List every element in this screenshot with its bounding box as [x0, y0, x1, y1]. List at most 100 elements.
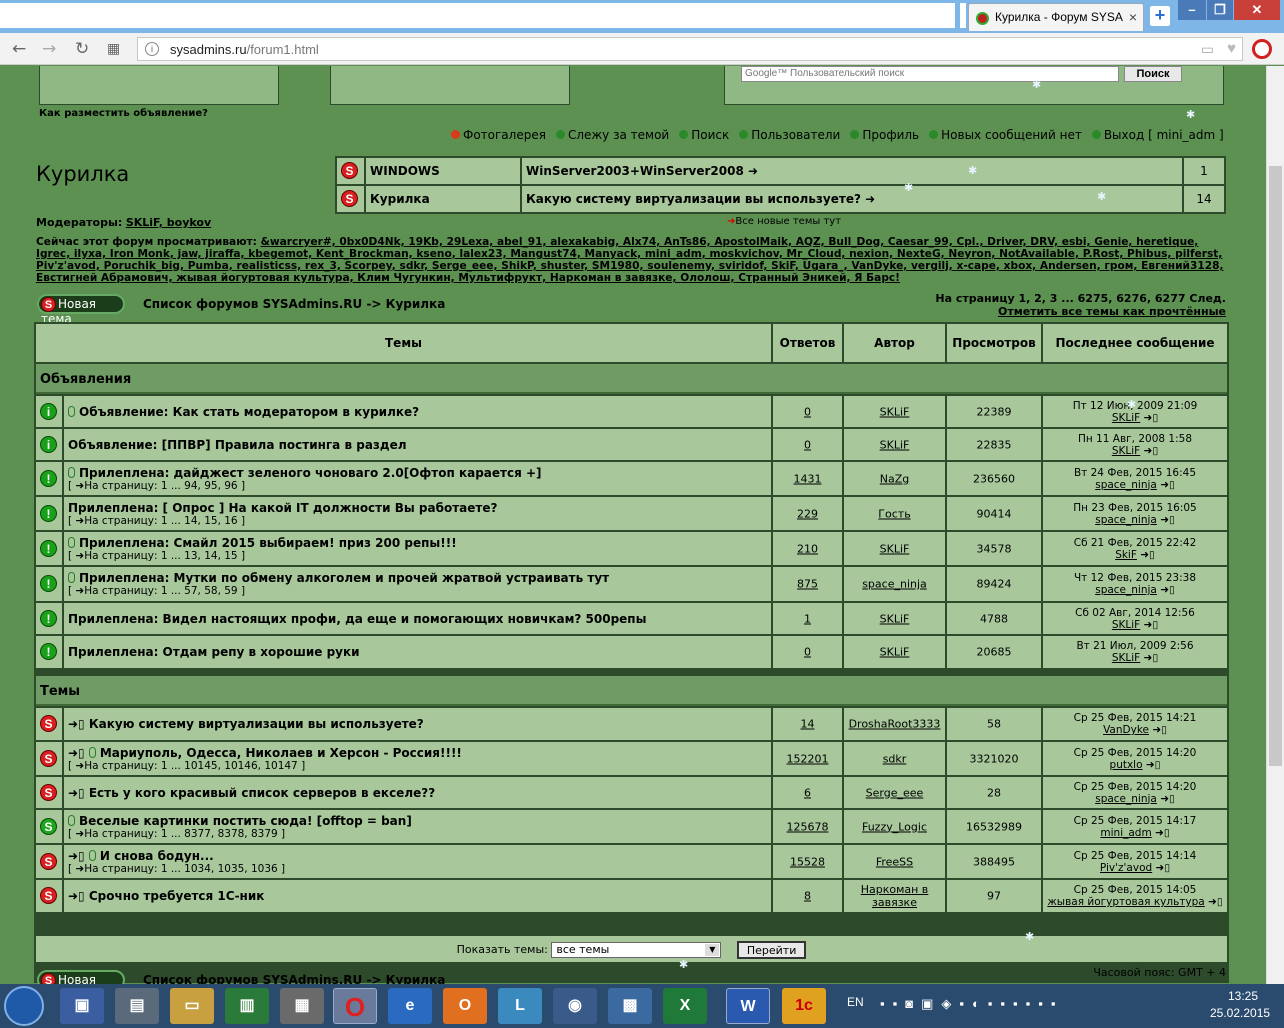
1c-app-icon[interactable]: 1c [782, 988, 826, 1024]
nav-link[interactable]: Новых сообщений нет [929, 128, 1082, 142]
topic-pages[interactable]: [ ➜На страницу: 1 ... 57, 58, 59 ] [68, 585, 771, 597]
goto-last-post-icon[interactable]: ➜▯ [1157, 514, 1175, 526]
window-minimize-button[interactable]: – [1178, 0, 1206, 20]
tray-icons[interactable]: ▪▪◙▣◈▪◐▪▪▪▪▪▪ [880, 996, 1063, 1012]
last-post-user[interactable]: SKLiF [1112, 619, 1140, 631]
topic-title-link[interactable]: Веселые картинки постить сюда! [offtop =… [79, 814, 412, 828]
pagination-links[interactable]: На страницу 1, 2, 3 ... 6275, 6276, 6277… [935, 292, 1226, 305]
topic-row[interactable]: ! Прилеплена: Мутки по обмену алкоголем и… [36, 567, 1227, 601]
nav-link[interactable]: Выход [ mini_adm ] [1091, 128, 1224, 142]
topic-title-link[interactable]: И снова бодун... [100, 849, 214, 863]
new-tab-button[interactable]: + [1150, 6, 1170, 26]
topic-row[interactable]: S ➜▯ Мариуполь, Одесса, Николаев и Херсон… [36, 742, 1227, 775]
topic-row[interactable]: ! Прилеплена: дайджест зеленого чоноваго … [36, 462, 1227, 495]
topic-title-link[interactable]: Объявление: [ППВР] Правила постинга в ра… [68, 438, 407, 452]
topic-author[interactable]: Гость [844, 507, 945, 520]
goto-last-post-icon[interactable]: ➜▯ [1157, 584, 1175, 596]
topic-replies[interactable]: 8 [773, 890, 842, 903]
bookmark-heart-icon[interactable]: ♥ [1227, 40, 1236, 57]
google-search-input[interactable]: Google™ Пользовательский поиск [741, 66, 1119, 82]
topic-author[interactable]: space_ninja [844, 578, 945, 591]
topic-pages[interactable]: [ ➜На страницу: 1 ... 94, 95, 96 ] [68, 480, 771, 492]
nav-link[interactable]: Пользователи [739, 128, 840, 142]
topic-replies[interactable]: 1 [773, 612, 842, 625]
topic-row[interactable]: S ➜▯ И снова бодун...[ ➜На страницу: 1 ..… [36, 845, 1227, 878]
stash-icon[interactable]: ▭ [1201, 41, 1214, 58]
topic-author[interactable]: SKLiF [844, 405, 945, 418]
forward-arrow-icon[interactable]: → [42, 39, 56, 59]
topic-replies[interactable]: 15528 [773, 855, 842, 868]
topics-filter-select[interactable]: все темы ▼ [551, 942, 722, 958]
topic-title-link[interactable]: Прилеплена: Отдам репу в хорошие руки [68, 645, 360, 659]
topic-replies[interactable]: 229 [773, 507, 842, 520]
goto-new-icon[interactable]: ➜▯ [68, 889, 89, 903]
topic-pages[interactable]: [ ➜На страницу: 1 ... 8377, 8378, 8379 ] [68, 828, 771, 840]
reload-icon[interactable]: ↻ [75, 39, 89, 59]
last-post-user[interactable]: space_ninja [1095, 514, 1157, 526]
topic-row[interactable]: S ➜▯ Есть у кого красивый список серверов… [36, 777, 1227, 808]
last-post-user[interactable]: жывая йогуртовая культура [1047, 896, 1204, 908]
topic-row[interactable]: i Объявление: Как стать модератором в кур… [36, 396, 1227, 427]
opera-app-icon[interactable]: O [333, 988, 377, 1024]
topic-replies[interactable]: 0 [773, 646, 842, 659]
last-post-user[interactable]: mini_adm [1100, 827, 1151, 839]
last-post-user[interactable]: SKLiF [1112, 652, 1140, 664]
window-maximize-button[interactable]: ❐ [1207, 0, 1233, 20]
new-topic-forum[interactable]: Курилка [366, 186, 520, 212]
outlook-app-icon[interactable]: O [443, 988, 487, 1024]
goto-last-post-icon[interactable]: ➜▯ [1152, 862, 1171, 874]
new-topic-button-bottom[interactable]: SНовая тема [37, 970, 125, 984]
topic-pages[interactable]: [ ➜На страницу: 1 ... 14, 15, 16 ] [68, 515, 771, 527]
topic-row[interactable]: S ➜▯ Срочно требуется 1С-ник 8 Наркоман в з… [36, 880, 1227, 912]
topic-replies[interactable]: 1431 [773, 472, 842, 485]
nav-link[interactable]: Слежу за темой [555, 128, 669, 142]
last-post-user[interactable]: SKLiF [1112, 445, 1140, 457]
last-post-user[interactable]: VanDyke [1103, 724, 1149, 736]
page-scrollbar[interactable] [1266, 66, 1284, 984]
topic-author[interactable]: SKLiF [844, 438, 945, 451]
topic-row[interactable]: S ➜▯ Какую систему виртуализации вы испол… [36, 708, 1227, 740]
goto-last-post-icon[interactable]: ➜▯ [1140, 619, 1159, 631]
last-post-user[interactable]: putxlo [1110, 759, 1143, 771]
topic-title-link[interactable]: Прилеплена: [ Опрос ] На какой IT должно… [68, 501, 497, 515]
network-app-icon[interactable]: ▩ [608, 988, 652, 1024]
last-post-user[interactable]: SKLiF [1112, 412, 1140, 424]
nav-link[interactable]: Фотогалерея [451, 128, 546, 142]
topic-author[interactable]: sdkr [844, 752, 945, 765]
printer-app-icon[interactable]: ▦ [280, 988, 324, 1024]
last-post-user[interactable]: space_ninja [1095, 793, 1157, 805]
goto-new-icon[interactable]: ➜▯ [68, 717, 89, 731]
topic-pages[interactable]: [ ➜На страницу: 1 ... 10145, 10146, 1014… [68, 760, 771, 772]
topic-replies[interactable]: 0 [773, 405, 842, 418]
topic-row[interactable]: ! Прилеплена: Смайл 2015 выбираем! приз 2… [36, 532, 1227, 565]
goto-last-post-icon[interactable]: ➜▯ [1152, 827, 1170, 839]
new-topic-row[interactable]: S WINDOWS WinServer2003+WinServer2008 ➜ … [337, 158, 1224, 184]
how-to-ad-link[interactable]: Как разместить объявление? [39, 108, 208, 119]
goto-last-post-icon[interactable]: ➜▯ [1140, 412, 1159, 424]
topic-row[interactable]: i Объявление: [ППВР] Правила постинга в р… [36, 429, 1227, 460]
mark-all-read-link[interactable]: Отметить все темы как прочтённые [935, 305, 1226, 318]
topic-title-link[interactable]: Какую систему виртуализации вы используе… [89, 717, 424, 731]
tab-close-icon[interactable]: × [1129, 9, 1137, 25]
moderators-names[interactable]: SKLiF, boykov [126, 216, 211, 229]
url-field[interactable]: i sysadmins.ru/forum1.html ▭ ♥ [137, 37, 1243, 61]
save-disk-app-icon[interactable]: ▣ [60, 988, 104, 1024]
topic-title-link[interactable]: Срочно требуется 1С-ник [89, 889, 265, 903]
last-post-user[interactable]: SkiF [1115, 549, 1137, 561]
goto-last-post-icon[interactable]: ➜▯ [1157, 479, 1175, 491]
topic-author[interactable]: Serge_eee [844, 786, 945, 799]
topic-replies[interactable]: 152201 [773, 752, 842, 765]
go-button[interactable]: Перейти [736, 941, 807, 959]
new-topic-title[interactable]: WinServer2003+WinServer2008 ➜ [522, 158, 1182, 184]
topic-author[interactable]: NaZg [844, 472, 945, 485]
speed-dial-grid-icon[interactable]: ▦ [107, 41, 120, 57]
scrollbar-thumb[interactable] [1269, 166, 1282, 766]
new-topic-row[interactable]: S Курилка Какую систему виртуализации вы… [337, 186, 1224, 212]
goto-last-post-icon[interactable]: ➜▯ [1140, 445, 1159, 457]
topic-replies[interactable]: 875 [773, 578, 842, 591]
word-app-icon[interactable]: W [726, 988, 770, 1024]
topic-pages[interactable]: [ ➜На страницу: 1 ... 1034, 1035, 1036 ] [68, 863, 771, 875]
goto-last-post-icon[interactable]: ➜▯ [1140, 652, 1159, 664]
goto-last-post-icon[interactable]: ➜▯ [1157, 793, 1175, 805]
topic-author[interactable]: Fuzzy_Logic [844, 820, 945, 833]
